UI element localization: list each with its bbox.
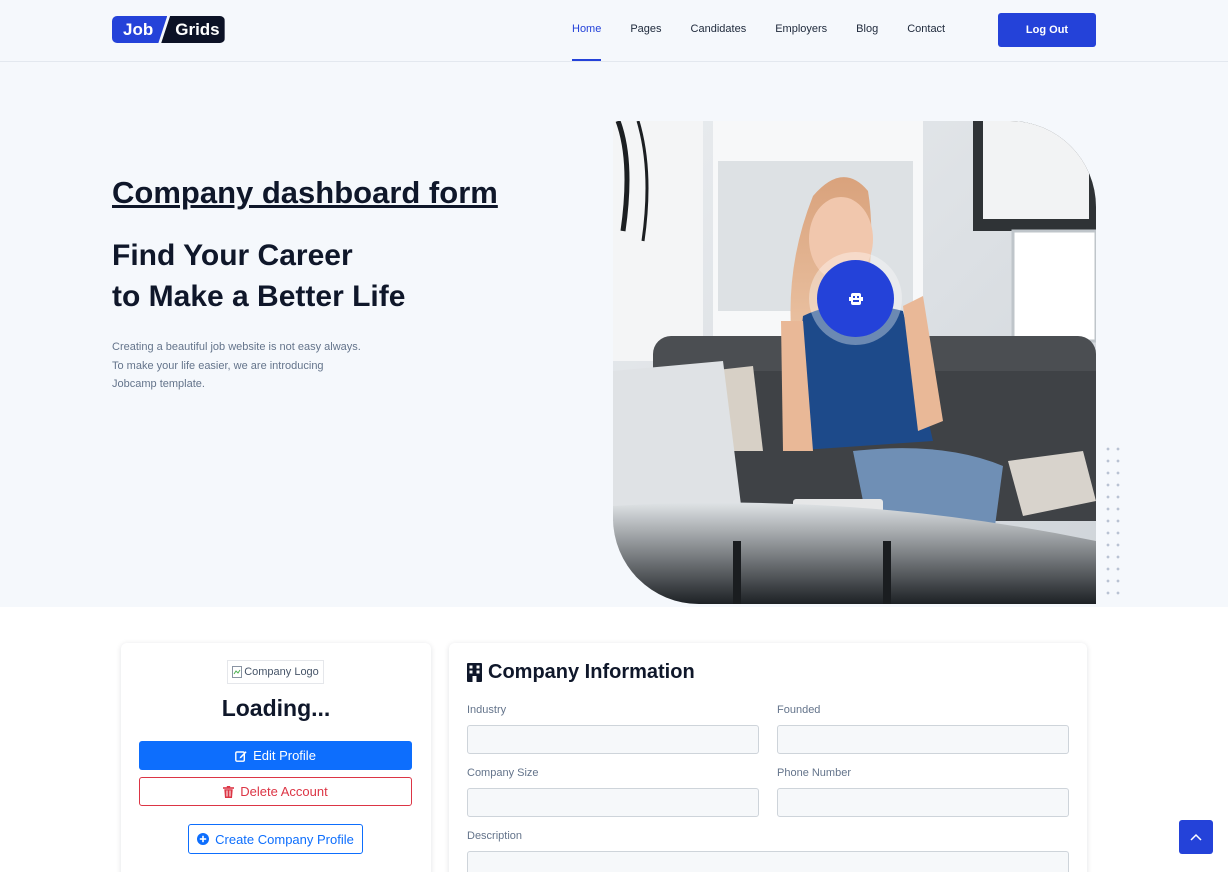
hero-heading-line2: to Make a Better Life (112, 280, 406, 313)
play-icon (848, 292, 863, 305)
nav-item-home[interactable]: Home (572, 0, 602, 62)
company-info-title: Company Information (488, 660, 695, 683)
trash-icon (223, 785, 235, 798)
decorative-dots (1103, 443, 1123, 603)
edit-icon (235, 750, 247, 762)
page-title: Company dashboard form (112, 175, 498, 210)
broken-image-icon (232, 666, 243, 678)
nav-item-contact[interactable]: Contact (907, 0, 945, 62)
edit-profile-label: Edit Profile (253, 748, 316, 763)
logout-button[interactable]: Log Out (998, 13, 1096, 47)
main-nav: Home Pages Candidates Employers Blog Con… (572, 0, 974, 62)
founded-field[interactable] (777, 725, 1069, 754)
company-name: Loading... (221, 695, 331, 721)
create-company-profile-label: Create Company Profile (215, 831, 354, 847)
company-size-label: Company Size (467, 767, 539, 779)
industry-field[interactable] (467, 725, 759, 754)
brand-logo[interactable]: Job Grids (112, 16, 225, 43)
play-button[interactable] (817, 260, 894, 337)
nav-item-candidates[interactable]: Candidates (691, 0, 747, 62)
description-label: Description (467, 830, 523, 842)
plus-circle-icon (197, 833, 210, 845)
hero-heading-line1: Find Your Career (112, 239, 353, 272)
building-icon (467, 662, 482, 682)
brand-logo-grids: Grids (161, 16, 225, 43)
company-size-field[interactable] (467, 788, 759, 817)
create-company-profile-button[interactable]: Create Company Profile (188, 824, 363, 854)
edit-profile-button[interactable]: Edit Profile (139, 741, 412, 770)
company-logo-alt: Company Logo (244, 666, 319, 678)
nav-item-employers[interactable]: Employers (775, 0, 827, 62)
site-header: Job Grids Home Pages Candidates Employer… (0, 0, 1228, 62)
hero-description: Creating a beautiful job website is not … (112, 341, 361, 390)
company-info-heading: Company Information (467, 660, 695, 684)
description-field[interactable] (467, 851, 1069, 872)
hero-section: Company dashboard form Find Your Career … (0, 62, 1228, 607)
delete-account-label: Delete Account (240, 784, 328, 799)
nav-item-blog[interactable]: Blog (856, 0, 878, 62)
brand-logo-job: Job (112, 16, 168, 43)
phone-number-label: Phone Number (777, 767, 851, 779)
hero-heading: Find Your Career to Make a Better Life (112, 235, 405, 317)
chevron-up-icon (1190, 833, 1202, 841)
scroll-to-top-button[interactable] (1179, 820, 1213, 854)
industry-label: Industry (467, 704, 507, 716)
nav-item-pages[interactable]: Pages (630, 0, 661, 62)
founded-label: Founded (777, 704, 821, 716)
company-logo-image: Company Logo (227, 660, 324, 684)
hero-image (613, 121, 1096, 604)
phone-number-field[interactable] (777, 788, 1069, 817)
delete-account-button[interactable]: Delete Account (139, 777, 412, 806)
